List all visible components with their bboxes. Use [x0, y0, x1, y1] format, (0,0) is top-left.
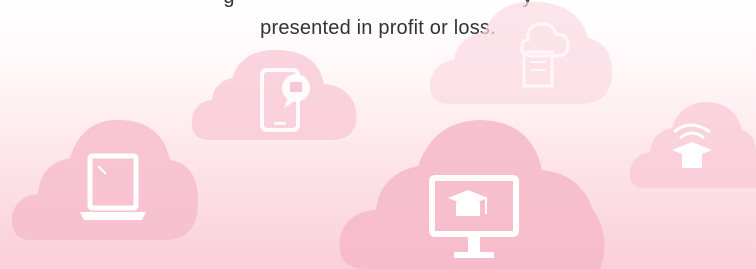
- cloud-laptop: [11, 119, 199, 240]
- caption-partial-line: g y: [0, 0, 756, 9]
- cloud-monitor: [339, 120, 605, 269]
- cloud-wifi: [629, 102, 756, 188]
- cloud-document: [429, 1, 612, 104]
- cloud-phone: [191, 49, 357, 140]
- caption-line: presented in profit or loss.: [260, 17, 496, 39]
